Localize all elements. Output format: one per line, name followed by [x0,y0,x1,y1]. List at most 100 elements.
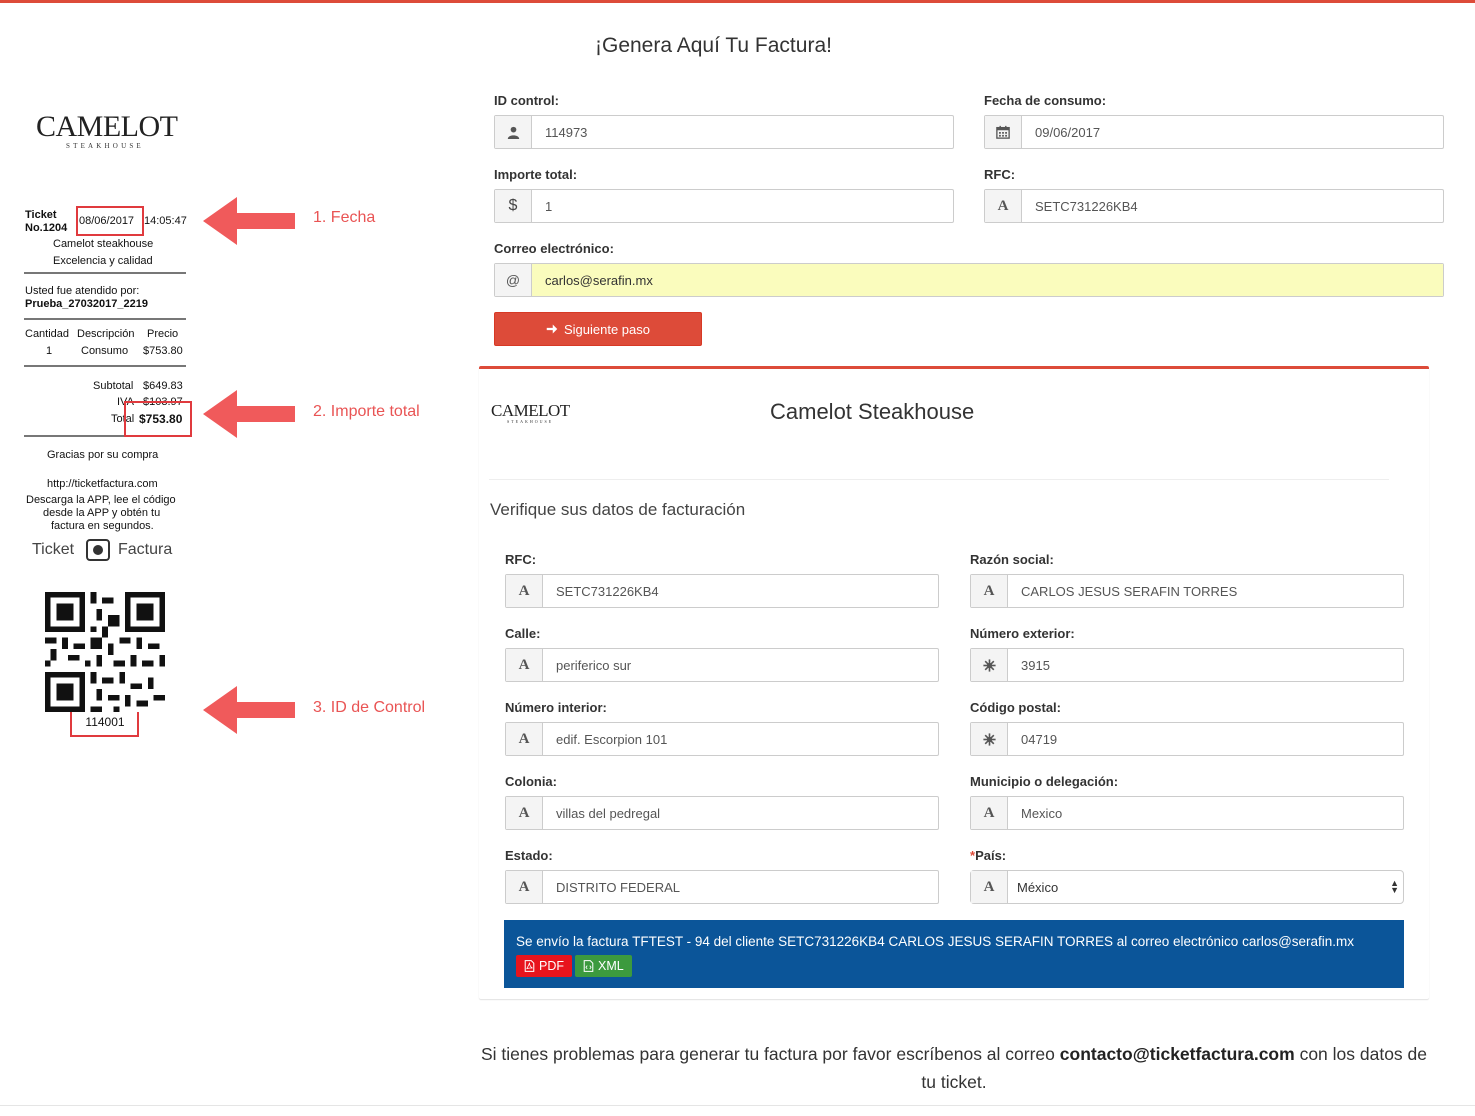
arrow-left-icon [203,390,295,438]
footer-help-text: Si tienes problemas para generar tu fact… [480,1044,1428,1092]
numero-exterior-input[interactable]: 3915 [970,648,1404,682]
receipt-download-1: Descarga la APP, lee el código [26,494,176,506]
ticket-example: CAMELOT STEAKHOUSE Ticket No.1204 08/06/… [0,90,470,750]
receipt-divider [24,365,186,367]
select-caret-icon: ▲ ▼ [1390,878,1399,895]
razon-social-input[interactable]: A CARLOS JESUS SERAFIN TORRES [970,574,1404,608]
success-alert: Se envío la factura TFTEST - 94 del clie… [504,920,1404,988]
page-title: ¡Genera Aquí Tu Factura! [595,34,832,57]
codigo-postal-input[interactable]: 04719 [970,722,1404,756]
verify-title: Verifique sus datos de facturación [490,500,746,519]
estado-input[interactable]: A DISTRITO FEDERAL [505,870,939,904]
contact-email-link[interactable]: contacto@ticketfactura.com [1060,1044,1295,1064]
company-name: Camelot Steakhouse [770,399,975,424]
receipt-store: Camelot steakhouse [53,238,154,250]
importe-input[interactable]: $ 1 [494,189,954,223]
receipt-ticket-label: Ticket [25,209,57,221]
camera-icon [86,539,110,561]
font-icon: A [506,723,543,755]
pais-label: *País: [970,848,1007,863]
id-control-label: ID control: [494,93,559,108]
calle-label: Calle: [505,626,541,641]
calle-input[interactable]: A periferico sur [505,648,939,682]
receipt-col-price: Precio [147,328,179,340]
codigo-postal-label: Código postal: [970,700,1061,715]
asterisk-icon [971,723,1008,755]
correo-input[interactable]: @ carlos@serafin.mx [494,263,1444,297]
calendar-icon [985,116,1022,148]
bottom-divider [0,1105,1475,1106]
font-icon: A [985,190,1022,222]
receipt-ticket-number: No.1204 [25,222,68,234]
label-importe: 2. Importe total [313,403,420,420]
estado-label: Estado: [505,848,553,863]
font-icon: A [971,575,1008,607]
municipio-input[interactable]: A Mexico [970,796,1404,830]
receipt-subtotal: $649.83 [143,380,183,392]
importe-label: Importe total: [494,167,578,182]
receipt-attended-label: Usted fue atendido por: [25,285,140,297]
receipt-attended-by: Prueba_27032017_2219 [25,298,148,310]
receipt-divider [24,272,186,274]
receipt-time: 14:05:47 [144,215,187,227]
receipt-slogan: Excelencia y calidad [53,255,153,267]
colonia-label: Colonia: [505,774,557,789]
billing-rfc-input[interactable]: A SETC731226KB4 [505,574,939,608]
highlight-fecha [76,206,144,236]
receipt-url: http://ticketfactura.com [47,478,158,490]
highlight-importe [124,401,192,437]
numero-interior-input[interactable]: A edif. Escorpion 101 [505,722,939,756]
receipt-col-qty: Cantidad [25,328,70,340]
file-pdf-icon [524,960,535,972]
fecha-label: Fecha de consumo: [984,93,1107,108]
file-code-icon [583,960,594,972]
id-control-input[interactable]: 114973 [494,115,954,149]
user-icon [495,116,532,148]
receipt-item-qty: 1 [46,345,53,357]
arrow-right-icon [546,324,558,334]
pais-select[interactable]: A México ▲ ▼ [970,870,1404,904]
siguiente-paso-button[interactable]: Siguiente paso [494,312,702,346]
rfc-input[interactable]: A SETC731226KB4 [984,189,1444,223]
receipt-download-3: factura en segundos. [51,520,154,532]
numero-interior-label: Número interior: [505,700,607,715]
font-icon: A [971,871,1008,903]
at-icon: @ [495,264,532,296]
receipt-subtotal-label: Subtotal [93,380,134,392]
billing-box [479,366,1429,999]
numero-exterior-label: Número exterior: [970,626,1075,641]
colonia-input[interactable]: A villas del pedregal [505,796,939,830]
ticketfactura-logo: Ticket Factura [30,537,180,573]
rfc-label: RFC: [984,167,1016,182]
top-accent-bar [0,0,1475,3]
receipt-thanks: Gracias por su compra [47,449,159,461]
box-divider [489,479,1389,480]
camelot-logo: CAMELOT STEAKHOUSE [36,110,178,151]
receipt-divider [24,318,186,320]
razon-social-label: Razón social: [970,552,1054,567]
receipt-item-desc: Consumo [81,345,129,357]
arrow-left-icon [203,197,295,245]
receipt-item-price: $753.80 [143,345,183,357]
correo-label: Correo electrónico: [494,241,614,256]
asterisk-icon [971,649,1008,681]
font-icon: A [506,575,543,607]
municipio-label: Municipio o delegación: [970,774,1119,789]
xml-button[interactable]: XML [575,955,632,977]
arrow-left-icon [203,686,295,734]
billing-rfc-label: RFC: [505,552,537,567]
font-icon: A [506,649,543,681]
label-id-control: 3. ID de Control [313,699,426,716]
alert-message: Se envío la factura TFTEST - 94 del clie… [516,934,1355,949]
font-icon: A [506,797,543,829]
dollar-icon: $ [495,190,532,222]
camelot-logo-small: CAMELOT STEAKHOUSE [491,401,570,424]
receipt-col-desc: Descripción [77,328,135,340]
pdf-button[interactable]: PDF [516,955,572,977]
label-fecha: 1. Fecha [313,209,376,226]
font-icon: A [506,871,543,903]
qr-code-icon [45,592,165,712]
receipt-control-id: 114001 [85,715,125,729]
fecha-input[interactable]: 09/06/2017 [984,115,1444,149]
font-icon: A [971,797,1008,829]
